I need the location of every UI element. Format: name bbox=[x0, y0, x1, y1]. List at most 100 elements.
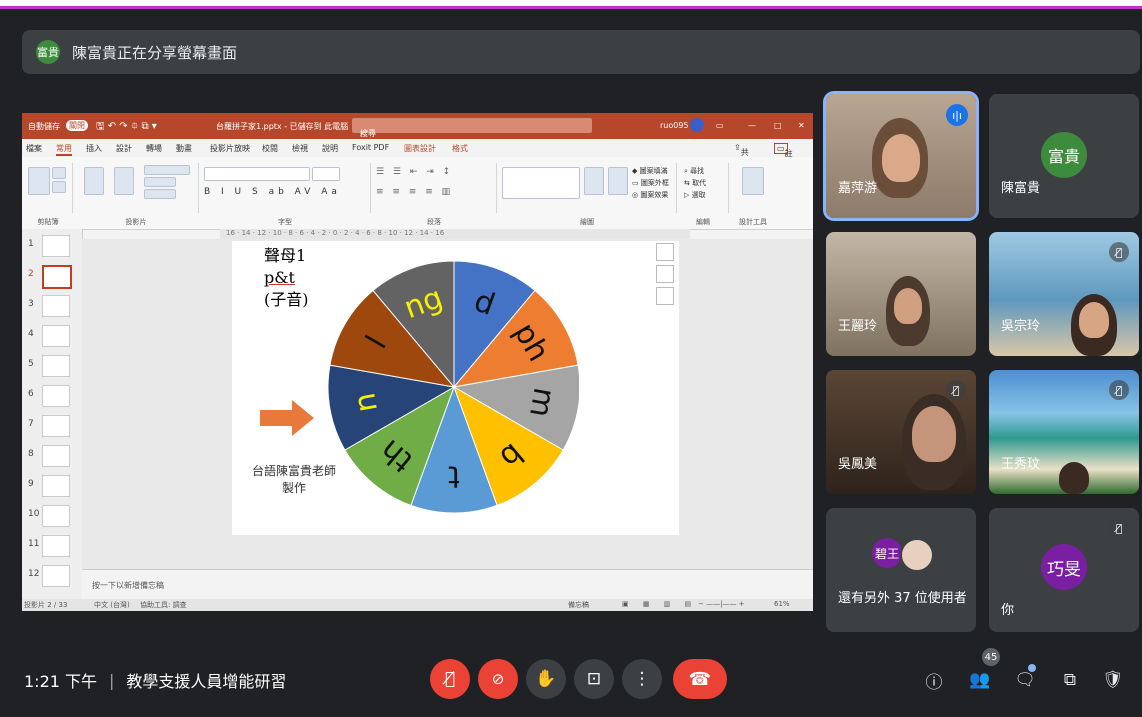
list-buttons[interactable]: ☰ ☰ ⇤ ⇥ ↕ bbox=[376, 167, 453, 177]
slide-thumb[interactable]: 11 bbox=[28, 533, 76, 559]
account-name[interactable]: ruo095 bbox=[660, 121, 689, 130]
ribbon-display-icon[interactable]: ▭ bbox=[716, 121, 724, 130]
chat-button[interactable]: 🗨 bbox=[1013, 668, 1037, 692]
comments-button[interactable]: ▭ 註解 bbox=[774, 143, 793, 169]
phonics-wheel[interactable]: dphmbtthnlng bbox=[327, 241, 579, 535]
menu-transitions[interactable]: 轉場 bbox=[146, 143, 162, 154]
autosave-toggle[interactable]: 關閉 bbox=[66, 120, 88, 131]
mic-off-button[interactable]: 🎙̸ bbox=[430, 659, 470, 699]
slide-thumb[interactable]: 12 bbox=[28, 563, 76, 589]
present-button[interactable]: ⊡ bbox=[574, 659, 614, 699]
participant-tile-wu-zongling[interactable]: 🎙̸ 吳宗玲 bbox=[989, 232, 1139, 356]
close-icon[interactable]: ✕ bbox=[798, 121, 805, 130]
menu-help[interactable]: 說明 bbox=[322, 143, 338, 154]
people-button[interactable]: 👥 bbox=[968, 668, 992, 692]
section-icon[interactable] bbox=[144, 189, 176, 199]
participant-tile-jiaping[interactable]: ı|ı 嘉萍游 bbox=[826, 94, 976, 218]
reset-icon[interactable] bbox=[144, 177, 176, 187]
slide-thumb[interactable]: 6 bbox=[28, 383, 76, 409]
font-style-buttons[interactable]: B I U S ab AV Aa bbox=[204, 187, 341, 197]
arrange-icon[interactable] bbox=[584, 167, 604, 195]
person-face bbox=[894, 288, 922, 324]
share-banner-text: 陳富貴正在分享螢幕畫面 bbox=[72, 43, 238, 62]
editing-label: 編輯 bbox=[696, 218, 710, 226]
maximize-icon[interactable]: □ bbox=[774, 121, 782, 130]
font-group: B I U S ab AV Aa 字型 bbox=[200, 163, 371, 226]
quick-access-icons[interactable]: 🖫 ↶ ↷ ⯐ ⧉ ▾ bbox=[96, 119, 157, 136]
slides-label: 投影片 bbox=[125, 218, 147, 226]
copy-icon[interactable] bbox=[52, 181, 66, 193]
menu-chart-design[interactable]: 圖表設計 bbox=[404, 143, 436, 154]
people-icon: 👥 bbox=[969, 670, 991, 690]
menu-animations[interactable]: 動畫 bbox=[176, 143, 192, 154]
editing-buttons[interactable]: ⌕ 尋找 ⇆ 取代 ▷ 選取 bbox=[684, 165, 706, 201]
slide-thumb[interactable]: 1 bbox=[28, 233, 76, 259]
participant-tile-wang-xiuwen[interactable]: 🎙̸ 王秀玟 bbox=[989, 370, 1139, 494]
notes-toggle[interactable]: 備忘稿 bbox=[568, 600, 589, 610]
slide-thumb[interactable]: 5 bbox=[28, 353, 76, 379]
participant-tile-chen[interactable]: 富貴 陳富貴 bbox=[989, 94, 1139, 218]
menu-file[interactable]: 檔案 bbox=[26, 143, 42, 154]
participant-tile-wang-liling[interactable]: 王麗玲 bbox=[826, 232, 976, 356]
menu-foxit[interactable]: Foxit PDF bbox=[352, 143, 389, 152]
chart-styles-icon[interactable] bbox=[656, 265, 674, 283]
reuse-slide-icon[interactable] bbox=[114, 167, 134, 195]
chart-filter-icon[interactable] bbox=[656, 287, 674, 305]
leave-call-button[interactable]: ☎ bbox=[673, 659, 727, 699]
slide-thumb[interactable]: 7 bbox=[28, 413, 76, 439]
notes-pane[interactable]: 按一下以新增備忘稿 bbox=[82, 569, 813, 600]
minimize-icon[interactable]: — bbox=[748, 121, 756, 130]
menu-design[interactable]: 設計 bbox=[116, 143, 132, 154]
participant-tile-wu-fengmei[interactable]: 🎙̸ 吳鳳美 bbox=[826, 370, 976, 494]
layout-icon[interactable] bbox=[144, 165, 190, 175]
menu-review[interactable]: 校閱 bbox=[262, 143, 278, 154]
zoom-level[interactable]: 61% bbox=[774, 600, 790, 608]
slide-title[interactable]: 聲母1 p&t (子音) bbox=[264, 245, 309, 311]
self-tile[interactable]: 巧旻 🎙̸ 你 bbox=[989, 508, 1139, 632]
font-size-select[interactable] bbox=[312, 167, 340, 181]
shapes-gallery[interactable] bbox=[502, 167, 580, 199]
shared-screen[interactable]: 自動儲存 關閉 🖫 ↶ ↷ ⯐ ⧉ ▾ 台羅拼子家1.pptx - 已儲存到 此… bbox=[22, 113, 813, 611]
chart-elements-icon[interactable] bbox=[656, 243, 674, 261]
paste-icon[interactable] bbox=[28, 167, 50, 195]
slide-thumb-selected[interactable]: 2 bbox=[28, 263, 76, 289]
speaking-indicator-icon: ı|ı bbox=[946, 104, 968, 126]
mic-off-icon: 🎙̸ bbox=[444, 669, 456, 689]
menu-slideshow[interactable]: 投影片放映 bbox=[210, 143, 250, 154]
menu-insert[interactable]: 插入 bbox=[86, 143, 102, 154]
shape-format-buttons[interactable]: ◆ 圖案填滿 ▭ 圖案外框 ◎ 圖案效果 bbox=[632, 165, 669, 201]
menu-view[interactable]: 檢視 bbox=[292, 143, 308, 154]
thumb-image bbox=[42, 475, 70, 497]
share-button[interactable]: ⇪ 共用 bbox=[734, 143, 749, 168]
raise-hand-button[interactable]: ✋ bbox=[526, 659, 566, 699]
ppt-ribbon: 剪貼簿 投影片 B I U S ab AV Aa 字型 ☰ ☰ ⇤ ⇥ ↕ ≡ … bbox=[22, 157, 813, 230]
more-options-button[interactable]: ⋮ bbox=[622, 659, 662, 699]
more-vert-icon: ⋮ bbox=[633, 669, 651, 689]
host-controls-button[interactable]: 🛡 bbox=[1101, 668, 1125, 692]
designer-icon[interactable] bbox=[742, 167, 764, 195]
slide-thumb[interactable]: 4 bbox=[28, 323, 76, 349]
meeting-details-button[interactable]: ⓘ bbox=[922, 668, 946, 693]
ppt-search-box[interactable]: ⌕ 搜尋 bbox=[352, 118, 592, 138]
slide-thumb[interactable]: 3 bbox=[28, 293, 76, 319]
cut-icon[interactable] bbox=[52, 167, 66, 179]
font-family-select[interactable] bbox=[204, 167, 310, 181]
quick-styles-icon[interactable] bbox=[608, 167, 628, 195]
slide-thumb[interactable]: 9 bbox=[28, 473, 76, 499]
slide-title-line: p&t bbox=[264, 268, 295, 287]
autosave-label[interactable]: 自動儲存 bbox=[28, 121, 60, 132]
others-tile[interactable]: 碧王 還有另外 37 位使用者 bbox=[826, 508, 976, 632]
activities-button[interactable]: ⧉ bbox=[1058, 668, 1082, 692]
view-buttons[interactable]: ▣ ▦ ▥ ▤ bbox=[622, 600, 697, 608]
menu-home[interactable]: 常用 bbox=[56, 143, 72, 156]
menu-format[interactable]: 格式 bbox=[452, 143, 468, 154]
align-buttons[interactable]: ≡ ≡ ≡ ≡ ▥ bbox=[376, 187, 453, 197]
slide-thumb[interactable]: 8 bbox=[28, 443, 76, 469]
accessibility-status[interactable]: 協助工具: 調查 bbox=[140, 600, 187, 610]
new-slide-icon[interactable] bbox=[84, 167, 104, 195]
slide-thumb[interactable]: 10 bbox=[28, 503, 76, 529]
camera-off-button[interactable]: ⊘ bbox=[478, 659, 518, 699]
zoom-slider[interactable]: − ——|—— + bbox=[698, 600, 745, 608]
thumb-number: 9 bbox=[28, 479, 34, 489]
account-avatar[interactable] bbox=[690, 118, 704, 132]
